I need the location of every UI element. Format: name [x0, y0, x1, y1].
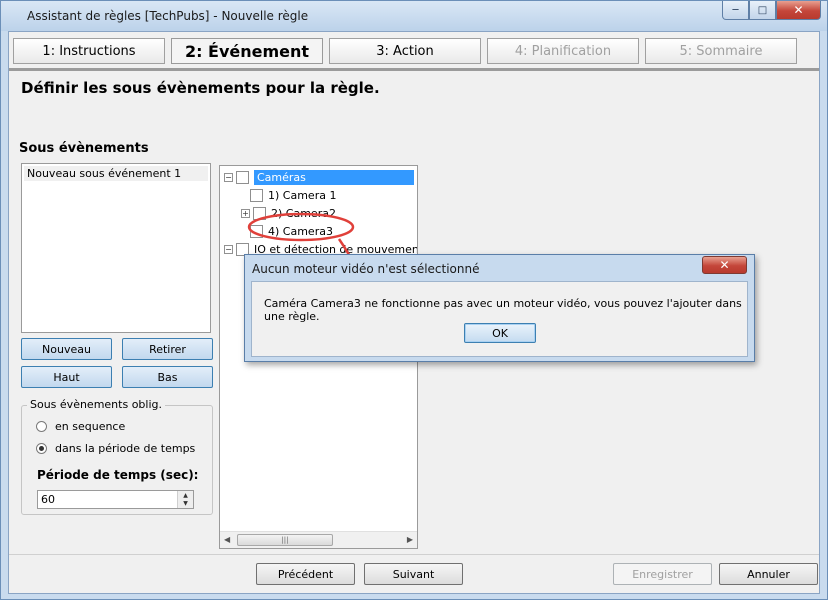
maximize-icon: □ [757, 4, 768, 16]
dialog-body: Caméra Camera3 ne fonctionne pas avec un… [251, 281, 748, 357]
tree-node-label: 4) Camera3 [268, 224, 333, 238]
tree-node-label: 1) Camera 1 [268, 188, 337, 202]
checkbox[interactable] [250, 224, 263, 238]
previous-button[interactable]: Précédent [256, 563, 355, 585]
close-icon: ✕ [793, 3, 804, 17]
down-button[interactable]: Bas [122, 366, 213, 388]
sub-events-title: Sous évènements [19, 141, 149, 156]
close-button[interactable]: ✕ [776, 1, 821, 20]
list-item[interactable]: Nouveau sous événement 1 [24, 166, 208, 181]
radio-time-period[interactable]: dans la période de temps [36, 442, 195, 455]
wizard-footer: Précédent Suivant Enregistrer Annuler [9, 554, 819, 593]
plus-icon[interactable]: + [241, 208, 250, 218]
tree-node-label: Caméras [254, 169, 414, 185]
scroll-left-icon[interactable]: ◀ [224, 535, 230, 544]
next-button[interactable]: Suivant [364, 563, 463, 585]
radio-sequence[interactable]: en sequence [36, 420, 125, 433]
radio-sequence-label: en sequence [55, 420, 126, 433]
dialog-title: Aucun moteur vidéo n'est sélectionné [252, 262, 480, 276]
title-bar[interactable]: Assistant de règles [TechPubs] - Nouvell… [1, 1, 827, 31]
tree-node-cameras[interactable]: − Caméras [224, 168, 414, 186]
minus-icon[interactable]: − [224, 244, 233, 254]
radio-button-checked[interactable] [36, 443, 47, 454]
tree-node-camera-2[interactable]: + 2) Camera2 [241, 204, 336, 222]
dialog-message: Caméra Camera3 ne fonctionne pas avec un… [264, 297, 742, 323]
scroll-right-icon[interactable]: ▶ [407, 535, 413, 544]
window-title: Assistant de règles [TechPubs] - Nouvell… [27, 9, 309, 23]
new-button[interactable]: Nouveau [21, 338, 112, 360]
cancel-button[interactable]: Annuler [719, 563, 818, 585]
checkbox[interactable] [236, 170, 249, 184]
tab-action[interactable]: 3: Action [329, 38, 481, 64]
tab-planning: 4: Planification [487, 38, 639, 64]
dialog-close-button[interactable]: ✕ [702, 256, 747, 274]
tab-instructions[interactable]: 1: Instructions [13, 38, 165, 64]
horizontal-scrollbar[interactable]: ◀ ||| ▶ [220, 531, 417, 548]
minus-icon[interactable]: − [224, 172, 233, 182]
stepper-down-icon[interactable]: ▼ [178, 499, 193, 508]
stepper-buttons: ▲ ▼ [177, 491, 193, 508]
checkbox[interactable] [250, 188, 263, 202]
page-title: Définir les sous évènements pour la règl… [21, 79, 380, 97]
close-icon: ✕ [719, 258, 730, 272]
scrollbar-thumb[interactable]: ||| [237, 534, 333, 546]
minimize-icon: ─ [732, 4, 739, 16]
minimize-button[interactable]: ─ [722, 1, 749, 20]
sub-events-list[interactable]: Nouveau sous événement 1 [21, 163, 211, 333]
window-controls: ─ □ ✕ [722, 1, 821, 20]
tree-node-camera-1[interactable]: 1) Camera 1 [250, 186, 336, 204]
radio-button[interactable] [36, 421, 47, 432]
remove-button[interactable]: Retirer [122, 338, 213, 360]
up-button[interactable]: Haut [21, 366, 112, 388]
rule-wizard-window: Assistant de règles [TechPubs] - Nouvell… [0, 0, 828, 600]
radio-time-period-label: dans la période de temps [55, 442, 196, 455]
tab-event[interactable]: 2: Événement [171, 38, 323, 64]
no-video-engine-dialog: Aucun moteur vidéo n'est sélectionné ✕ C… [244, 254, 755, 362]
tab-summary: 5: Sommaire [645, 38, 797, 64]
stepper-up-icon[interactable]: ▲ [178, 491, 193, 500]
time-period-label: Période de temps (sec): [37, 468, 199, 482]
checkbox[interactable] [253, 206, 266, 220]
maximize-button[interactable]: □ [749, 1, 776, 20]
tree-node-camera-3[interactable]: 4) Camera3 [250, 222, 333, 240]
wizard-tabs: 1: Instructions 2: Événement 3: Action 4… [13, 38, 803, 66]
tree-node-label: 2) Camera2 [271, 206, 336, 220]
time-period-input[interactable] [38, 491, 177, 508]
group-legend: Sous évènements oblig. [27, 398, 165, 411]
ok-button[interactable]: OK [464, 323, 536, 343]
required-sub-events-group: Sous évènements oblig. en sequence dans … [21, 398, 213, 515]
save-button: Enregistrer [613, 563, 712, 585]
time-period-stepper[interactable]: ▲ ▼ [37, 490, 194, 509]
